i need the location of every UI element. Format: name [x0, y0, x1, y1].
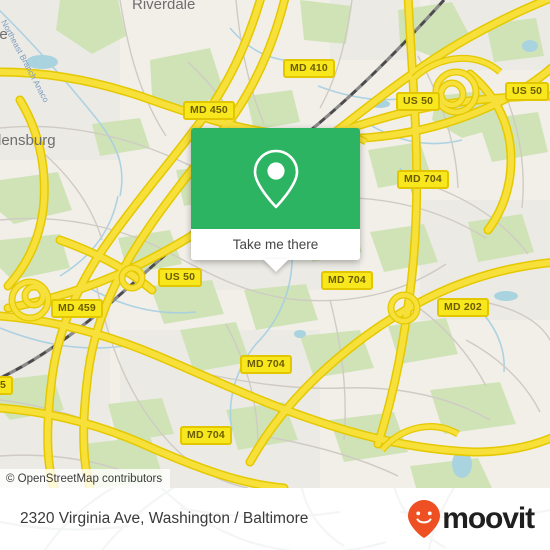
route-shield-md-704-c[interactable]: MD 704: [240, 355, 292, 374]
route-shield-md-704-a[interactable]: MD 704: [397, 170, 449, 189]
route-shield-md-202[interactable]: MD 202: [437, 298, 489, 317]
popup-pointer-triangle: [262, 259, 289, 272]
route-shield-md-704-d[interactable]: MD 704: [180, 426, 232, 445]
take-me-there-button[interactable]: Take me there: [191, 229, 360, 260]
moovit-map-screenshot: Northeast Branch Anaco Riverdale le dens…: [0, 0, 550, 550]
map-attribution[interactable]: © OpenStreetMap contributors: [0, 469, 171, 488]
map-canvas[interactable]: Northeast Branch Anaco Riverdale le dens…: [0, 0, 550, 488]
route-shield-md-410[interactable]: MD 410: [283, 59, 335, 78]
route-shield-us-50-a[interactable]: US 50: [396, 92, 441, 111]
place-label-riverdale: Riverdale: [132, 0, 196, 13]
route-shield-us-50-b[interactable]: US 50: [505, 82, 550, 101]
route-shield-us-50-c[interactable]: US 50: [158, 268, 203, 287]
moovit-wordmark: moovit: [442, 502, 535, 535]
footer-bar: 2320 Virginia Ave, Washington / Baltimor…: [0, 488, 550, 550]
moovit-smiley-pin-icon: [408, 500, 441, 538]
place-label-bladensburg: densburg: [0, 132, 56, 149]
moovit-logo[interactable]: moovit: [407, 488, 535, 550]
address-label: 2320 Virginia Ave, Washington / Baltimor…: [20, 488, 308, 550]
route-shield-md-459[interactable]: MD 459: [51, 299, 103, 318]
route-shield-md-704-b[interactable]: MD 704: [321, 271, 373, 290]
address-text: 2320 Virginia Ave, Washington / Baltimor…: [20, 510, 309, 527]
destination-popup-card[interactable]: Take me there: [191, 128, 360, 272]
map-pin-icon: [253, 149, 298, 208]
route-shield-md-450[interactable]: MD 450: [183, 101, 235, 120]
popup-header: [191, 128, 360, 229]
route-shield-95[interactable]: 95: [0, 376, 14, 395]
place-label-partial-left: le: [0, 26, 8, 43]
attribution-text: © OpenStreetMap contributors: [6, 472, 163, 485]
take-me-there-label: Take me there: [232, 237, 319, 252]
